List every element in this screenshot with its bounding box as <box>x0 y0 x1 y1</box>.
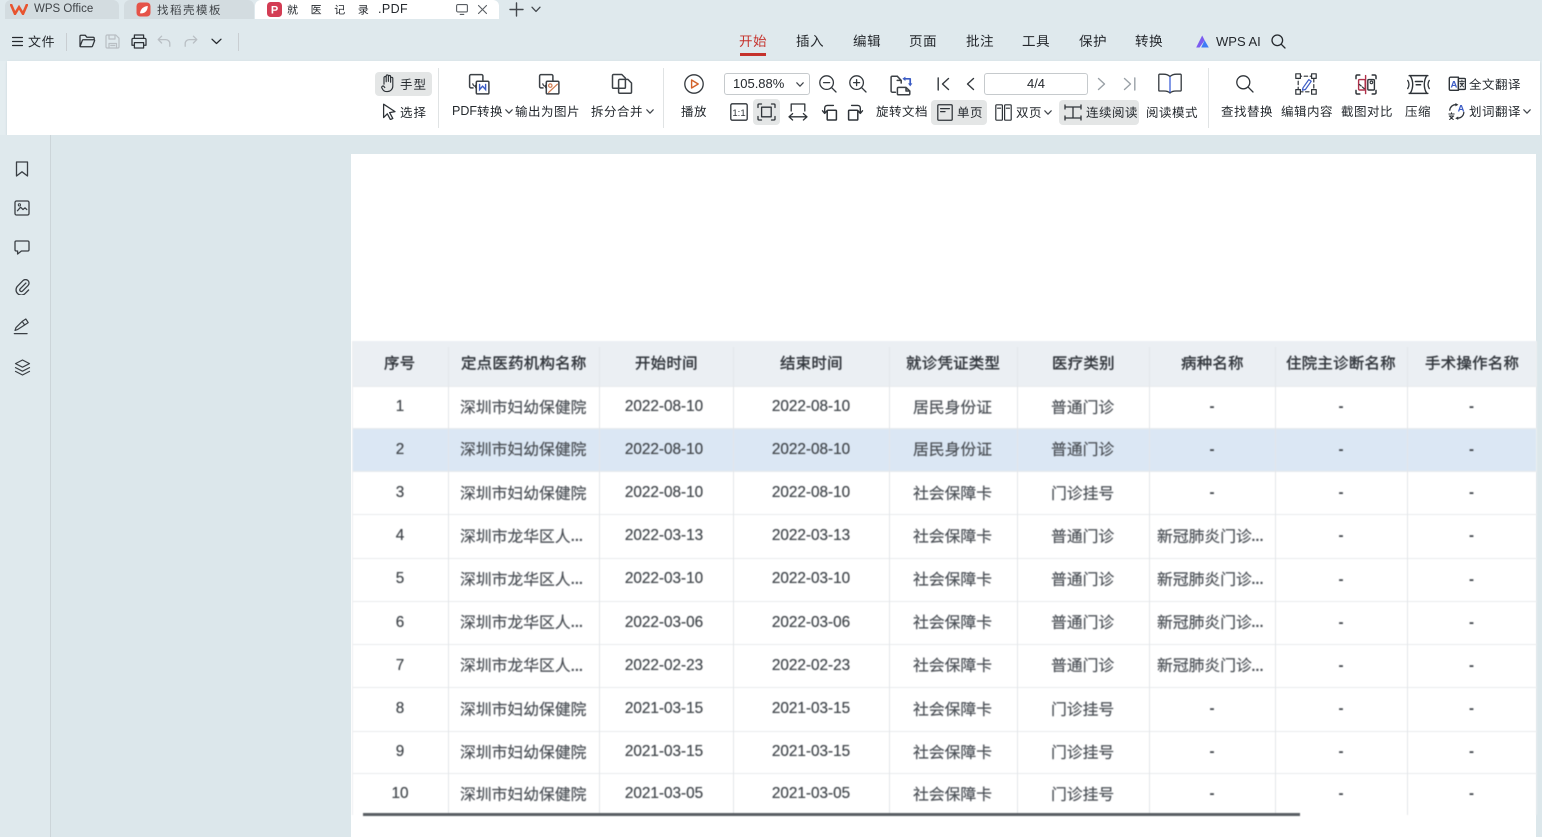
svg-text:A: A <box>1458 104 1465 115</box>
svg-text:A: A <box>1450 79 1457 90</box>
svg-text:P: P <box>271 5 278 17</box>
svg-text:1:1: 1:1 <box>732 108 745 119</box>
